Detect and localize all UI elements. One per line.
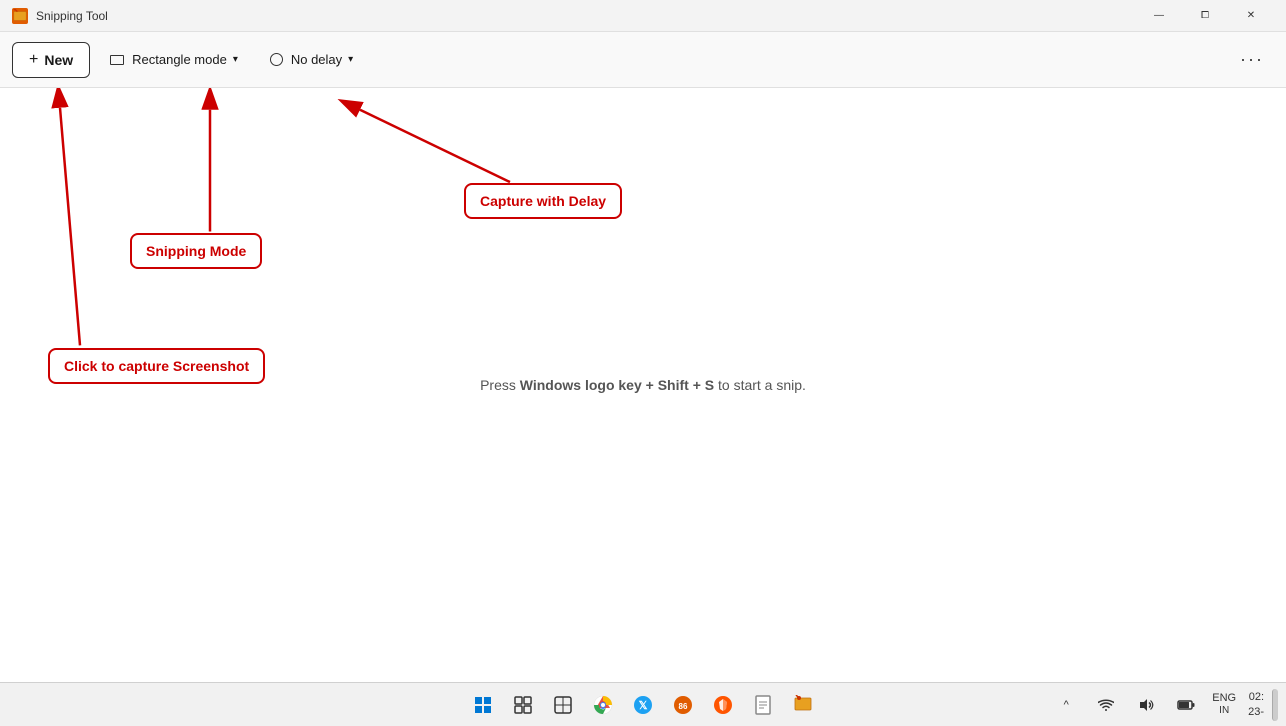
close-button[interactable]: ✕ bbox=[1228, 0, 1274, 32]
mode-label: Rectangle mode bbox=[132, 52, 227, 67]
system-tray: ^ ENG IN bbox=[1048, 687, 1278, 723]
maximize-button[interactable]: ⧠ bbox=[1182, 0, 1228, 32]
main-content: Press Windows logo key + Shift + S to st… bbox=[0, 88, 1286, 682]
clock-icon bbox=[270, 53, 283, 66]
start-button[interactable] bbox=[465, 687, 501, 723]
task-view-button[interactable] bbox=[505, 687, 541, 723]
annotation-capture-delay: Capture with Delay bbox=[464, 183, 622, 219]
time-display: 02: bbox=[1249, 690, 1264, 704]
window-title: Snipping Tool bbox=[36, 9, 108, 23]
battery-icon[interactable] bbox=[1168, 687, 1204, 723]
twitter-button[interactable]: 𝕏 bbox=[625, 687, 661, 723]
title-bar-controls[interactable]: — ⧠ ✕ bbox=[1136, 0, 1274, 32]
sys-tray-chevron[interactable]: ^ bbox=[1048, 687, 1084, 723]
delay-label: No delay bbox=[291, 52, 342, 67]
hint-keys: Windows logo key + Shift + S bbox=[520, 377, 714, 393]
app-icon bbox=[12, 8, 28, 24]
more-options-button[interactable]: ··· bbox=[1230, 43, 1274, 76]
language-text: ENG bbox=[1212, 692, 1236, 705]
clock[interactable]: 02: 23- bbox=[1244, 690, 1268, 719]
app-86-button[interactable]: 86 bbox=[665, 687, 701, 723]
taskbar-center: 𝕏 86 bbox=[465, 687, 821, 723]
taskbar: 𝕏 86 bbox=[0, 682, 1286, 726]
notepad-button[interactable] bbox=[745, 687, 781, 723]
mode-chevron-icon: ▾ bbox=[233, 54, 238, 65]
new-button[interactable]: + New bbox=[12, 42, 90, 78]
language-indicator[interactable]: ENG IN bbox=[1208, 692, 1240, 717]
minimize-button[interactable]: — bbox=[1136, 0, 1182, 32]
annotation-snipping-mode: Snipping Mode bbox=[130, 233, 262, 269]
toolbar: + New Rectangle mode ▾ No delay ▾ ··· bbox=[0, 32, 1286, 88]
svg-text:86: 86 bbox=[679, 702, 688, 711]
title-bar-left: Snipping Tool bbox=[12, 8, 108, 24]
wifi-icon[interactable] bbox=[1088, 687, 1124, 723]
rectangle-icon bbox=[110, 55, 124, 65]
hint-text: Press Windows logo key + Shift + S to st… bbox=[480, 377, 806, 393]
new-label: New bbox=[44, 52, 73, 68]
snipping-tool-taskbar-button[interactable] bbox=[785, 687, 821, 723]
language-region: IN bbox=[1219, 705, 1229, 717]
chrome-button[interactable] bbox=[585, 687, 621, 723]
hint-prefix: Press bbox=[480, 377, 520, 393]
show-desktop-button[interactable] bbox=[1272, 689, 1278, 721]
date-display: 23- bbox=[1248, 705, 1264, 719]
brave-button[interactable] bbox=[705, 687, 741, 723]
title-bar: Snipping Tool — ⧠ ✕ bbox=[0, 0, 1286, 32]
widgets-button[interactable] bbox=[545, 687, 581, 723]
delay-dropdown[interactable]: No delay ▾ bbox=[258, 44, 365, 75]
delay-chevron-icon: ▾ bbox=[348, 54, 353, 65]
mode-dropdown[interactable]: Rectangle mode ▾ bbox=[98, 44, 250, 75]
plus-icon: + bbox=[29, 51, 38, 69]
annotation-click-capture: Click to capture Screenshot bbox=[48, 348, 265, 384]
svg-text:𝕏: 𝕏 bbox=[639, 700, 648, 712]
hint-suffix: to start a snip. bbox=[714, 377, 806, 393]
volume-icon[interactable] bbox=[1128, 687, 1164, 723]
